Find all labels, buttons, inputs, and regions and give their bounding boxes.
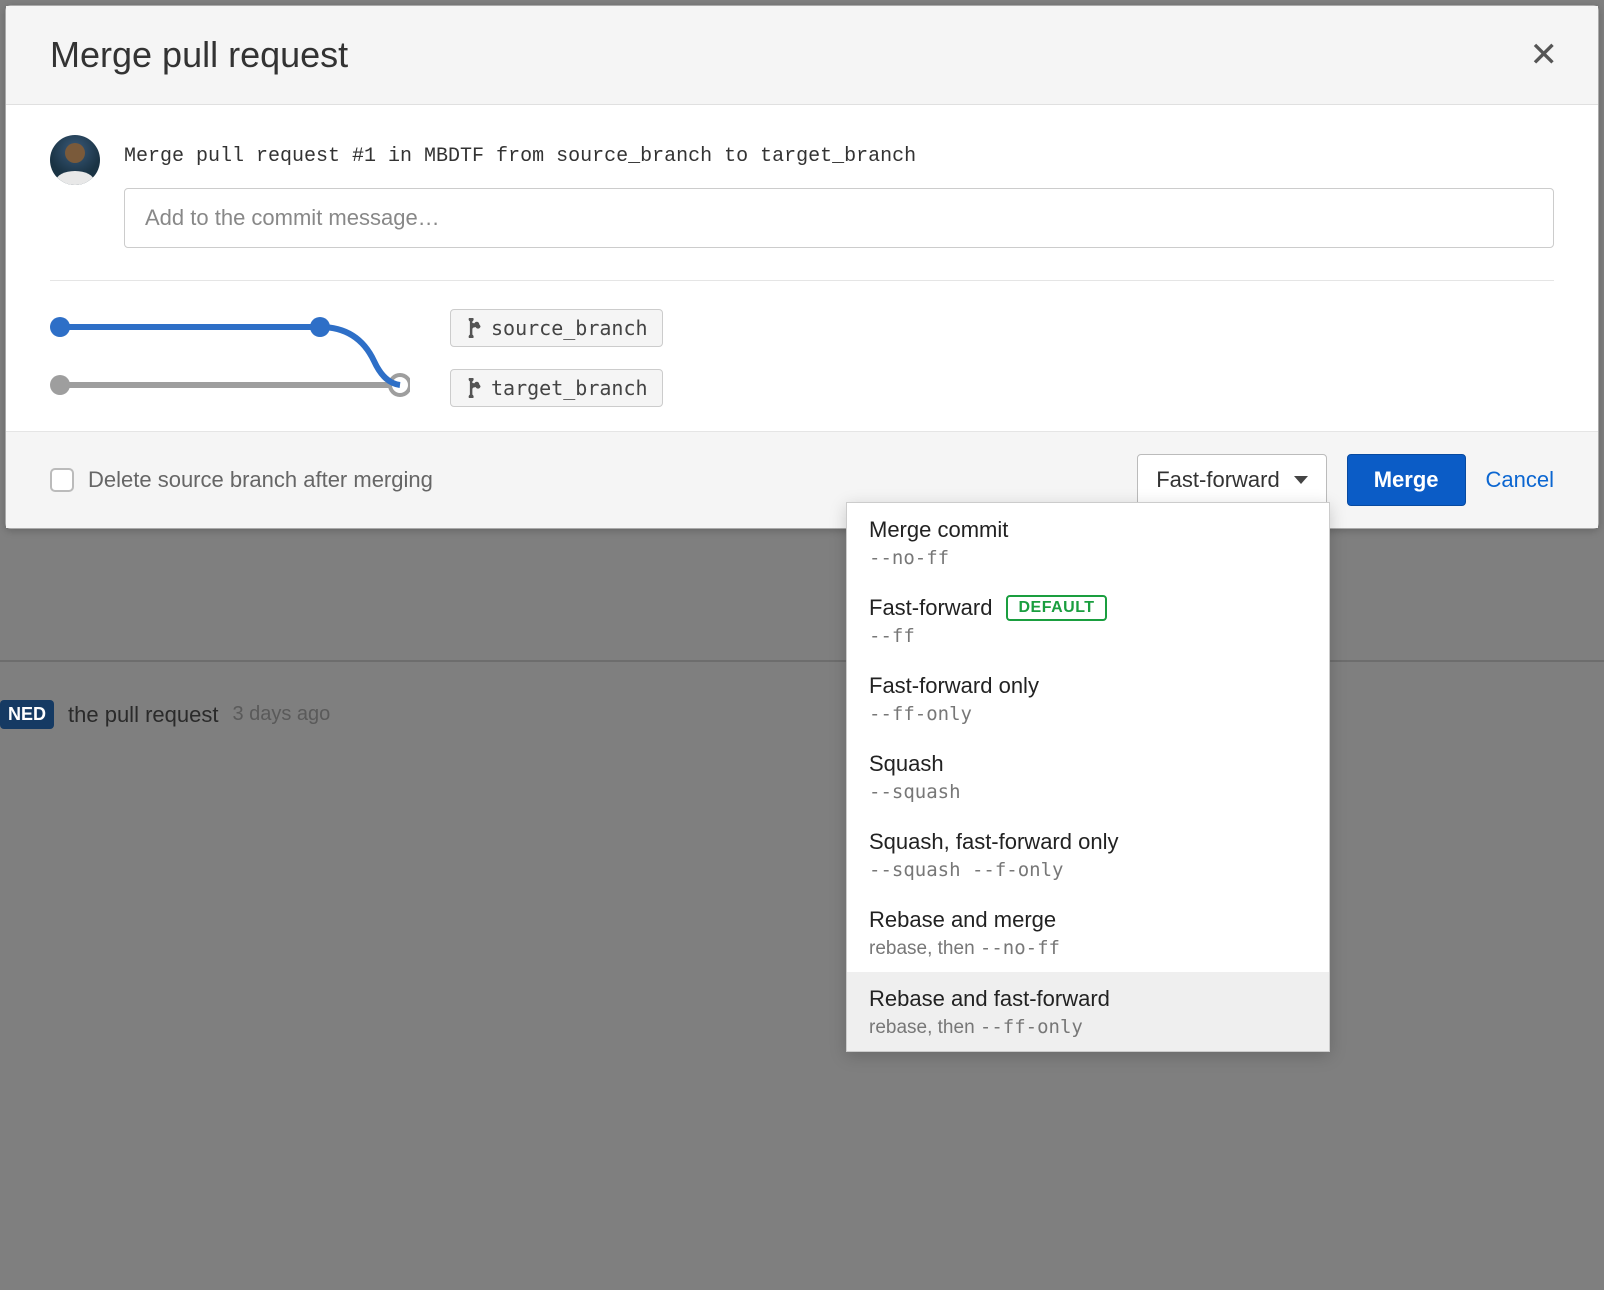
strategy-option-subtitle: --no-ff [869,547,1307,569]
activity-time: 3 days ago [232,703,330,726]
strategy-option-title: Rebase and fast-forward [869,986,1110,1012]
source-branch-chip[interactable]: source_branch [450,309,663,347]
default-badge: DEFAULT [1006,595,1106,621]
target-branch-chip[interactable]: target_branch [450,369,663,407]
close-icon[interactable]: ✕ [1530,38,1559,72]
merge-strategy-dropdown[interactable]: Fast-forward [1137,454,1326,506]
chevron-down-icon [1294,476,1308,484]
strategy-option-subtitle: --ff [869,625,1307,647]
strategy-option-title: Squash, fast-forward only [869,829,1118,855]
merge-button[interactable]: Merge [1347,454,1466,506]
activity-row: NED the pull request 3 days ago [0,700,330,729]
dialog-title: Merge pull request [50,34,348,76]
strategy-option-title: Merge commit [869,517,1008,543]
cancel-link[interactable]: Cancel [1486,467,1554,493]
strategy-option-subtitle: --squash [869,781,1307,803]
strategy-option[interactable]: Squash --squash [847,737,1329,815]
strategy-option[interactable]: Merge commit --no-ff [847,503,1329,581]
branch-graph [50,313,410,403]
checkbox-icon [50,468,74,492]
bg-divider [0,660,1604,662]
strategy-option-title: Fast-forward [869,595,992,621]
branch-diagram: source_branch target_branch [50,309,1554,407]
merge-strategy-menu: Merge commit --no-ff Fast-forward DEFAULT --… [846,502,1330,1052]
dialog-header: Merge pull request ✕ [6,6,1598,105]
activity-badge: NED [0,700,54,729]
strategy-option[interactable]: Rebase and fast-forward rebase, then --ff… [847,972,1329,1051]
strategy-option[interactable]: Rebase and merge rebase, then --no-ff [847,893,1329,972]
dialog-footer: Delete source branch after merging Fast-… [6,431,1598,528]
strategy-option[interactable]: Fast-forward DEFAULT --ff [847,581,1329,659]
target-branch-label: target_branch [491,376,648,400]
merge-dialog: Merge pull request ✕ Merge pull request … [5,5,1599,529]
delete-branch-label: Delete source branch after merging [88,467,433,493]
branch-icon [465,318,481,338]
strategy-selected-label: Fast-forward [1156,467,1279,493]
activity-text: the pull request [68,702,218,728]
strategy-option[interactable]: Squash, fast-forward only --squash --f-on… [847,815,1329,893]
source-branch-label: source_branch [491,316,648,340]
branch-icon [465,378,481,398]
avatar [50,135,100,185]
strategy-option-title: Fast-forward only [869,673,1039,699]
dialog-body: Merge pull request #1 in MBDTF from sour… [6,105,1598,431]
strategy-option-subtitle: --ff-only [869,703,1307,725]
strategy-option[interactable]: Fast-forward only --ff-only [847,659,1329,737]
strategy-option-title: Squash [869,751,944,777]
strategy-option-subtitle: --squash --f-only [869,859,1307,881]
section-divider [50,280,1554,281]
strategy-option-subtitle: rebase, then --no-ff [869,937,1307,960]
strategy-option-title: Rebase and merge [869,907,1056,933]
delete-branch-checkbox[interactable]: Delete source branch after merging [50,467,433,493]
strategy-option-subtitle: rebase, then --ff-only [869,1016,1307,1039]
commit-message-input[interactable] [124,188,1554,248]
commit-message: Merge pull request #1 in MBDTF from sour… [124,145,1554,168]
